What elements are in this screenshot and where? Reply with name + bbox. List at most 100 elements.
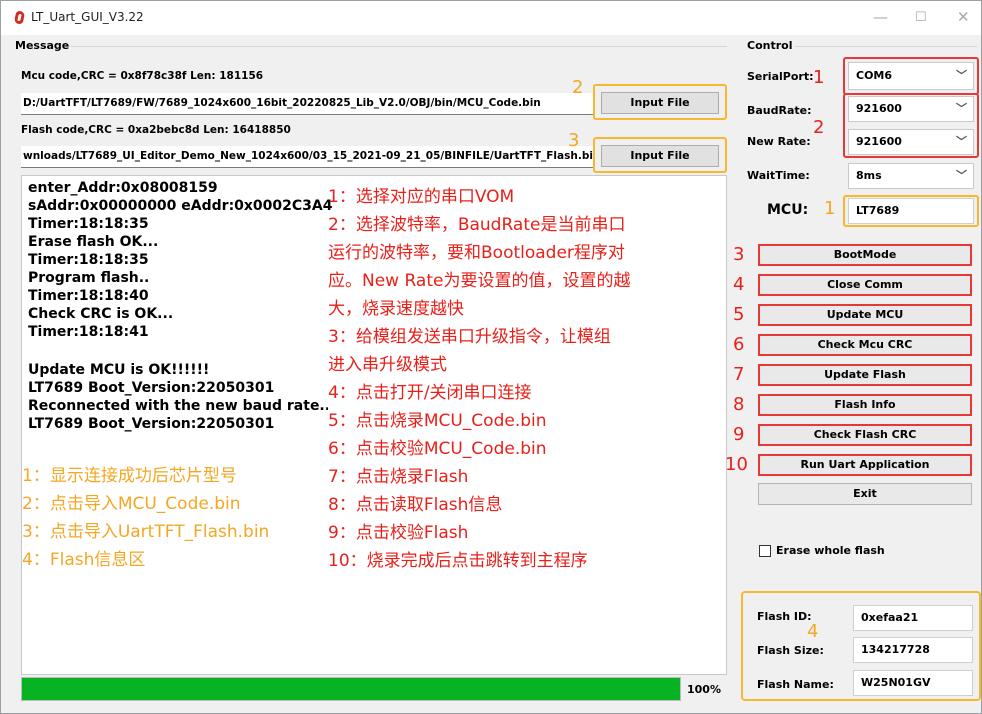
annotation-red: 6：点击校验MCU_Code.bin — [328, 439, 547, 459]
annotation-red: 3：给模组发送串口升级指令，让模组 — [328, 327, 611, 347]
input-flash-file-button[interactable]: Input File — [601, 145, 719, 167]
annotation-red: 8：点击读取Flash信息 — [328, 495, 503, 515]
log-line: Reconnected with the new baud rate... — [28, 398, 328, 414]
minimize-button[interactable]: — — [873, 8, 888, 26]
progress-bar — [21, 677, 681, 701]
exit-button[interactable]: Exit — [758, 483, 972, 505]
window-title: LT_Uart_GUI_V3.22 — [31, 10, 144, 24]
marker-orange-2: 2 — [572, 77, 584, 98]
log-line: Timer:18:18:40 — [28, 288, 149, 304]
check-mcu-crc-button[interactable]: Check Mcu CRC — [758, 334, 972, 356]
baud-rate-value: 921600 — [856, 102, 902, 115]
log-line: Timer:18:18:35 — [28, 216, 149, 232]
marker-red-2: 2 — [813, 117, 825, 138]
flash-id-label: Flash ID: — [757, 610, 812, 623]
message-group-label: Message — [15, 39, 70, 52]
marker-orange-4: 4 — [807, 621, 819, 642]
update-flash-button[interactable]: Update Flash — [758, 364, 972, 386]
annotation-orange: 1：显示连接成功后芯片型号 — [22, 466, 237, 486]
progress-percent: 100% — [687, 683, 721, 696]
annotation-red: 应。New Rate为要设置的值，设置的越 — [328, 271, 631, 291]
control-group-border — [795, 46, 977, 47]
mcu-value-field: LT7689 — [848, 198, 974, 224]
chevron-down-icon: ﹀ — [956, 69, 967, 82]
log-line: enter_Addr:0x08008159 — [28, 180, 218, 196]
marker-orange-3: 3 — [568, 130, 580, 151]
annotation-orange: 4：Flash信息区 — [22, 550, 146, 570]
serial-port-select[interactable]: COM6 ﹀ — [848, 62, 974, 90]
flash-name-field: W25N01GV — [853, 670, 973, 696]
message-log[interactable]: enter_Addr:0x08008159 sAddr:0x00000000 e… — [21, 175, 727, 675]
log-line: Timer:18:18:35 — [28, 252, 149, 268]
flash-id-field: 0xefaa21 — [853, 605, 973, 631]
erase-whole-flash-checkbox[interactable] — [759, 545, 771, 557]
marker-red-6: 6 — [733, 334, 745, 355]
annotation-red: 运行的波特率，要和Bootloader程序对 — [328, 243, 625, 263]
message-group-border — [71, 46, 727, 47]
marker-red-4: 4 — [733, 274, 745, 295]
flash-file-path[interactable]: wnloads/LT7689_UI_Editor_Demo_New_1024x6… — [21, 146, 593, 168]
flash-info-button[interactable]: Flash Info — [758, 394, 972, 416]
mcu-file-path[interactable]: D:/UartTFT/LT7689/FW/7689_1024x600_16bit… — [21, 93, 593, 115]
annotation-red: 1：选择对应的串口VOM — [328, 187, 515, 207]
flash-size-label: Flash Size: — [757, 644, 824, 657]
erase-whole-flash-label: Erase whole flash — [776, 544, 885, 557]
marker-red-5: 5 — [733, 304, 745, 325]
new-rate-value: 921600 — [856, 135, 902, 148]
flash-size-field: 134217728 — [853, 637, 973, 663]
log-line: Check CRC is OK... — [28, 306, 174, 322]
log-line: Update MCU is OK!!!!!! — [28, 362, 210, 378]
annotation-red: 进入串升级模式 — [328, 355, 447, 375]
chevron-down-icon: ﹀ — [956, 169, 967, 182]
baud-rate-select[interactable]: 921600 ﹀ — [848, 96, 974, 122]
annotation-red: 7：点击烧录Flash — [328, 467, 469, 487]
wait-time-label: WaitTime: — [747, 169, 810, 182]
check-flash-crc-button[interactable]: Check Flash CRC — [758, 424, 972, 446]
wait-time-value: 8ms — [856, 169, 882, 182]
annotation-orange: 3：点击导入UartTFT_Flash.bin — [22, 522, 270, 542]
app-window: LT_Uart_GUI_V3.22 — ☐ ✕ Message Mcu code… — [0, 0, 982, 714]
log-line: Timer:18:18:41 — [28, 324, 149, 340]
progress-fill — [22, 678, 680, 700]
serial-port-value: COM6 — [856, 69, 893, 82]
marker-red-3: 3 — [733, 244, 745, 265]
serial-port-label: SerialPort: — [747, 70, 814, 83]
control-group-label: Control — [747, 39, 793, 52]
log-line: LT7689 Boot_Version:22050301 — [28, 416, 275, 432]
update-mcu-button[interactable]: Update MCU — [758, 304, 972, 326]
new-rate-select[interactable]: 921600 ﹀ — [848, 129, 974, 155]
chevron-down-icon: ﹀ — [956, 102, 967, 115]
wait-time-select[interactable]: 8ms ﹀ — [848, 163, 974, 189]
run-uart-application-button[interactable]: Run Uart Application — [758, 454, 972, 476]
log-line: LT7689 Boot_Version:22050301 — [28, 380, 275, 396]
title-bar: LT_Uart_GUI_V3.22 — ☐ ✕ — [1, 1, 981, 35]
mcu-label: MCU: — [767, 202, 809, 218]
close-button[interactable]: ✕ — [957, 8, 970, 26]
annotation-red: 10：烧录完成后点击跳转到主程序 — [328, 551, 588, 571]
annotation-red: 大，烧录速度越快 — [328, 299, 464, 319]
input-mcu-file-button[interactable]: Input File — [601, 92, 719, 114]
baud-rate-label: BaudRate: — [747, 104, 812, 117]
marker-red-8: 8 — [733, 394, 745, 415]
flash-name-label: Flash Name: — [757, 678, 834, 691]
bootmode-button[interactable]: BootMode — [758, 244, 972, 266]
log-line: Program flash.. — [28, 270, 150, 286]
marker-orange-1: 1 — [824, 198, 836, 219]
annotation-red: 9：点击校验Flash — [328, 523, 469, 543]
annotation-orange: 2：点击导入MCU_Code.bin — [22, 494, 241, 514]
mcu-crc-label: Mcu code,CRC = 0x8f78c38f Len: 181156 — [21, 70, 264, 82]
maximize-button[interactable]: ☐ — [915, 10, 927, 25]
chevron-down-icon: ﹀ — [956, 135, 967, 148]
annotation-red: 4：点击打开/关闭串口连接 — [328, 383, 532, 403]
annotation-red: 5：点击烧录MCU_Code.bin — [328, 411, 547, 431]
marker-red-7: 7 — [733, 364, 745, 385]
flash-crc-label: Flash code,CRC = 0xa2bebc8d Len: 1641885… — [21, 124, 291, 136]
close-comm-button[interactable]: Close Comm — [758, 274, 972, 296]
app-logo-icon — [13, 11, 26, 24]
log-line: Erase flash OK... — [28, 234, 159, 250]
log-line: sAddr:0x00000000 eAddr:0x0002C3A4 — [28, 198, 333, 214]
annotation-red: 2：选择波特率，BaudRate是当前串口 — [328, 215, 626, 235]
marker-red-1: 1 — [813, 67, 825, 88]
marker-red-9: 9 — [733, 424, 745, 445]
marker-red-10: 10 — [725, 454, 748, 475]
